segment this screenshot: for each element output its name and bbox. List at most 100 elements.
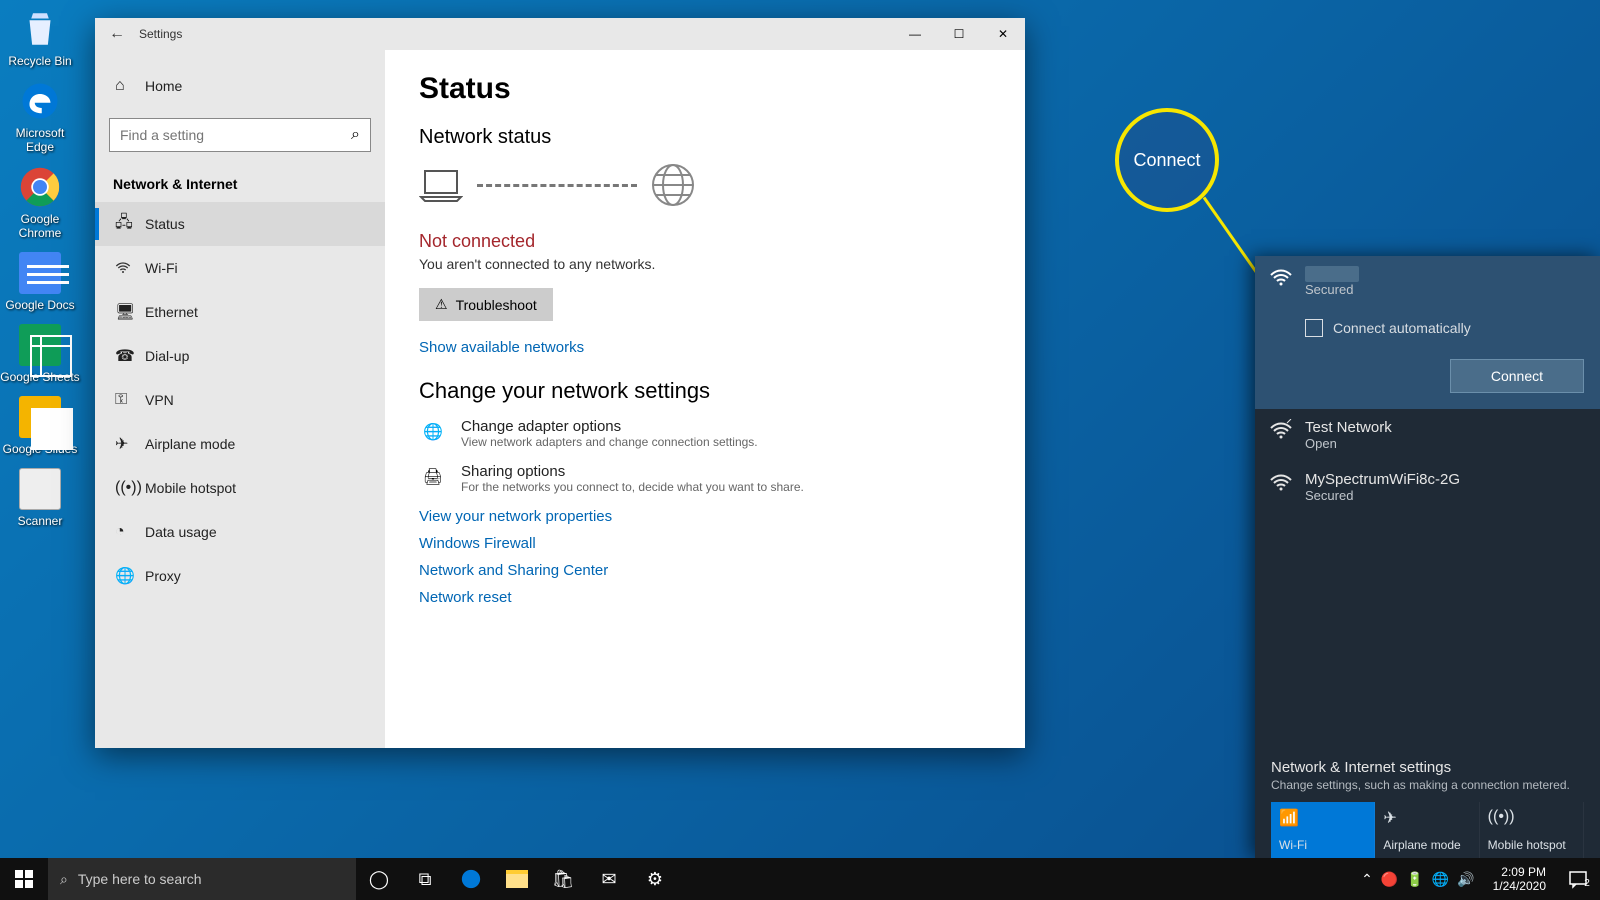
maximize-button[interactable]: ☐	[937, 18, 981, 50]
wifi-network-item[interactable]: MySpectrumWiFi8c-2GSecured	[1255, 461, 1600, 513]
desktop-icon-scanner[interactable]: Scanner	[0, 468, 80, 528]
clock-time: 2:09 PM	[1493, 865, 1546, 879]
sidebar-item-airplane[interactable]: ✈Airplane mode	[95, 422, 385, 466]
quick-tile-wifi[interactable]: 📶Wi-Fi	[1271, 802, 1375, 858]
cortana-button[interactable]: ◯	[356, 858, 402, 900]
tray-icon[interactable]: 🔴	[1381, 871, 1398, 888]
sidebar-item-proxy[interactable]: 🌐Proxy	[95, 554, 385, 598]
status-icon: 🖧	[115, 211, 145, 238]
sidebar-home[interactable]: ⌂ Home	[95, 64, 385, 108]
wifi-security: Secured	[1305, 282, 1359, 297]
search-placeholder: Type here to search	[78, 871, 202, 887]
sidebar-item-label: Airplane mode	[145, 436, 235, 452]
network-diagram	[419, 163, 991, 207]
quick-tile-airplane[interactable]: ✈ Airplane mode	[1375, 802, 1479, 858]
network-icon[interactable]: 🌐	[1432, 871, 1449, 888]
wifi-name: Test Network	[1305, 419, 1392, 436]
change-settings-heading: Change your network settings	[419, 378, 991, 404]
airplane-icon: ✈	[115, 434, 145, 454]
minimize-button[interactable]: —	[893, 18, 937, 50]
network-status-heading: Network status	[419, 126, 991, 149]
sidebar-item-vpn[interactable]: ⚿VPN	[95, 378, 385, 422]
chevron-up-icon[interactable]: ⌃	[1361, 871, 1373, 888]
gsheets-icon	[19, 324, 61, 366]
taskbar-clock[interactable]: 2:09 PM 1/24/2020	[1483, 865, 1556, 893]
battery-icon[interactable]: 🔋	[1406, 871, 1423, 888]
sidebar-item-data-usage[interactable]: ◔Data usage	[95, 510, 385, 554]
dialup-icon: ☎	[115, 346, 145, 366]
taskbar-file-explorer[interactable]	[494, 858, 540, 900]
desktop-icon-label: Google Docs	[0, 298, 80, 312]
troubleshoot-button[interactable]: ⚠Troubleshoot	[419, 288, 553, 321]
desktop-icon-recycle-bin[interactable]: Recycle Bin	[0, 8, 80, 68]
titlebar: ← Settings — ☐ ✕	[95, 18, 1025, 50]
sidebar-item-label: Wi-Fi	[145, 260, 178, 276]
taskbar-store[interactable]: 🛍	[540, 858, 586, 900]
system-tray[interactable]: ⌃ 🔴 🔋 🌐 🔊	[1353, 871, 1482, 888]
laptop-icon	[419, 167, 463, 203]
change-adapter-options[interactable]: 🌐 Change adapter optionsView network ada…	[419, 418, 991, 449]
wifi-icon	[115, 260, 145, 276]
show-available-networks-link[interactable]: Show available networks	[419, 339, 991, 356]
sidebar-item-dialup[interactable]: ☎Dial-up	[95, 334, 385, 378]
taskbar-mail[interactable]: ✉	[586, 858, 632, 900]
desktop-icon-label: Google Chrome	[0, 212, 80, 240]
taskbar-search[interactable]: ⌕ Type here to search	[48, 858, 356, 900]
tile-label: Airplane mode	[1383, 838, 1470, 852]
desktop-icon-gslides[interactable]: Google Slides	[0, 396, 80, 456]
desktop-icon-gdocs[interactable]: Google Docs	[0, 252, 80, 312]
task-view-button[interactable]: ⧉	[402, 858, 448, 900]
tile-label: Wi-Fi	[1279, 838, 1366, 852]
sidebar-item-label: Mobile hotspot	[145, 480, 236, 496]
sidebar-item-wifi[interactable]: Wi-Fi	[95, 246, 385, 290]
desktop-icon-gsheets[interactable]: Google Sheets	[0, 324, 80, 384]
network-reset-link[interactable]: Network reset	[419, 589, 991, 606]
connect-automatically-checkbox[interactable]: Connect automatically	[1305, 319, 1584, 337]
not-connected-sub: You aren't connected to any networks.	[419, 256, 991, 272]
page-heading: Status	[419, 72, 991, 106]
sidebar-item-hotspot[interactable]: ((•))Mobile hotspot	[95, 466, 385, 510]
search-icon: ⌕	[60, 871, 68, 888]
settings-search[interactable]: ⌕	[109, 118, 371, 152]
search-input[interactable]	[120, 127, 351, 143]
sharing-icon: 🖨	[419, 463, 447, 491]
close-button[interactable]: ✕	[981, 18, 1025, 50]
option-desc: For the networks you connect to, decide …	[461, 480, 804, 494]
sharing-options[interactable]: 🖨 Sharing optionsFor the networks you co…	[419, 463, 991, 494]
not-connected-title: Not connected	[419, 231, 991, 252]
wifi-flyout: Secured Connect automatically Connect Te…	[1255, 256, 1600, 858]
sidebar-section-title: Network & Internet	[95, 164, 385, 202]
action-center-button[interactable]: 2	[1556, 869, 1600, 889]
wifi-network-item[interactable]: Test NetworkOpen	[1255, 409, 1600, 461]
windows-firewall-link[interactable]: Windows Firewall	[419, 535, 991, 552]
back-button[interactable]: ←	[95, 25, 139, 43]
sidebar-item-label: Ethernet	[145, 304, 198, 320]
quick-tile-hotspot[interactable]: ((•))Mobile hotspot	[1480, 802, 1584, 858]
sidebar-item-status[interactable]: 🖧Status	[95, 202, 385, 246]
taskbar-edge[interactable]	[448, 858, 494, 900]
volume-icon[interactable]: 🔊	[1457, 871, 1474, 888]
notification-count: 2	[1584, 878, 1590, 889]
chrome-icon	[19, 166, 61, 208]
wifi-name-redacted	[1305, 266, 1359, 282]
search-icon: ⌕	[351, 126, 360, 144]
network-sharing-center-link[interactable]: Network and Sharing Center	[419, 562, 991, 579]
settings-sidebar: ⌂ Home ⌕ Network & Internet 🖧Status Wi-F…	[95, 50, 385, 748]
flyout-footer-title[interactable]: Network & Internet settings	[1271, 759, 1584, 776]
wifi-network-active[interactable]: Secured Connect automatically Connect	[1255, 256, 1600, 409]
desktop-icon-edge[interactable]: Microsoft Edge	[0, 80, 80, 154]
view-network-properties-link[interactable]: View your network properties	[419, 508, 991, 525]
wifi-security: Open	[1305, 436, 1392, 451]
warning-icon: ⚠	[435, 296, 448, 313]
start-button[interactable]	[0, 858, 48, 900]
sidebar-item-label: Status	[145, 216, 185, 232]
taskbar-settings[interactable]: ⚙	[632, 858, 678, 900]
connection-dashes	[477, 184, 637, 187]
desktop-icon-label: Scanner	[0, 514, 80, 528]
connect-button[interactable]: Connect	[1450, 359, 1584, 393]
desktop-icon-chrome[interactable]: Google Chrome	[0, 166, 80, 240]
window-title: Settings	[139, 27, 182, 41]
sidebar-item-label: Data usage	[145, 524, 217, 540]
sidebar-item-ethernet[interactable]: 🖥Ethernet	[95, 290, 385, 334]
airplane-icon: ✈	[1383, 808, 1470, 828]
